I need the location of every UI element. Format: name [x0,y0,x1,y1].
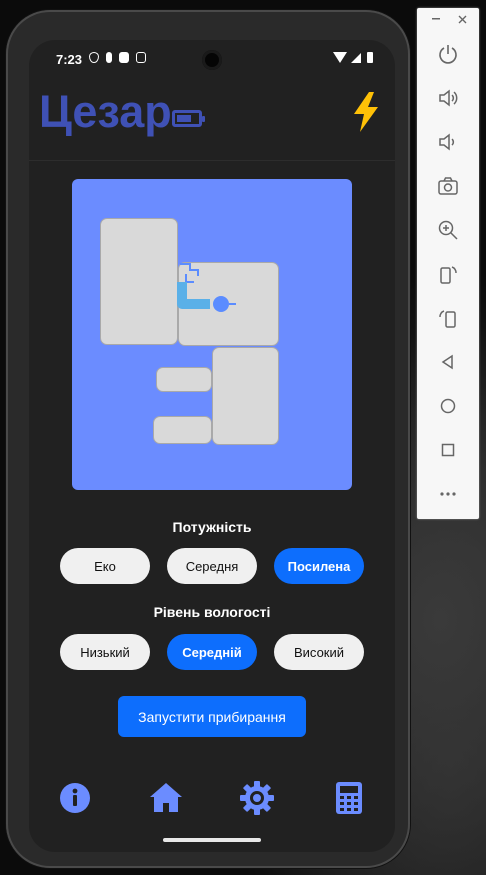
back-icon[interactable] [435,349,461,375]
zoom-icon[interactable] [435,217,461,243]
robot-marker [213,296,229,312]
minimize-icon[interactable] [432,18,440,20]
map-room [212,347,279,445]
shield-status-icon [89,52,99,63]
sim-status-icon [119,52,129,63]
rotate-right-icon[interactable] [435,305,461,331]
lightning-bolt-icon[interactable] [351,92,381,132]
volume-up-icon[interactable] [435,85,461,111]
signal-icon [351,52,361,63]
map-room [153,416,212,444]
status-time: 7:23 [56,52,83,67]
overview-icon[interactable] [435,437,461,463]
power-medium-button[interactable]: Середня [167,548,257,584]
status-bar: 7:23 [29,40,395,80]
cleaned-path [177,263,210,309]
power-title: Потужність [172,519,252,535]
home-circle-icon[interactable] [435,393,461,419]
header-divider [29,160,395,161]
robot-direction-line [229,303,236,305]
usb-status-icon [106,52,112,63]
close-icon[interactable] [458,15,467,24]
start-cleaning-button[interactable]: Запустити прибирання [118,696,306,737]
battery-icon [172,110,205,127]
emulator-toolbar [417,8,479,519]
cleaning-map[interactable] [72,179,352,490]
app-title: Цезар [39,86,172,137]
battery-status-icon [367,52,373,63]
power-boost-button[interactable]: Посилена [274,548,364,584]
camera-icon[interactable] [435,173,461,199]
phone-frame: 7:23 Цезар Потужність Еко Середня Посиле… [6,10,410,868]
humidity-high-button[interactable]: Високий [274,634,364,670]
calculator-icon[interactable] [331,780,367,816]
wifi-icon [333,52,347,63]
volume-down-icon[interactable] [435,129,461,155]
screen-status-icon [136,52,146,63]
phone-screen: 7:23 Цезар Потужність Еко Середня Посиле… [29,40,395,852]
info-icon[interactable] [57,780,93,816]
home-icon[interactable] [148,780,184,816]
front-camera [202,50,222,70]
power-eco-button[interactable]: Еко [60,548,150,584]
gesture-home-indicator[interactable] [163,838,261,842]
humidity-medium-button[interactable]: Середній [167,634,257,670]
bottom-navigation [29,780,395,816]
rotate-left-icon[interactable] [435,261,461,287]
map-room [100,218,178,345]
humidity-low-button[interactable]: Низький [60,634,150,670]
settings-gear-icon[interactable] [239,780,275,816]
power-icon[interactable] [435,41,461,67]
more-icon[interactable] [435,481,461,507]
humidity-title: Рівень вологості [153,604,271,620]
map-room [156,367,212,392]
